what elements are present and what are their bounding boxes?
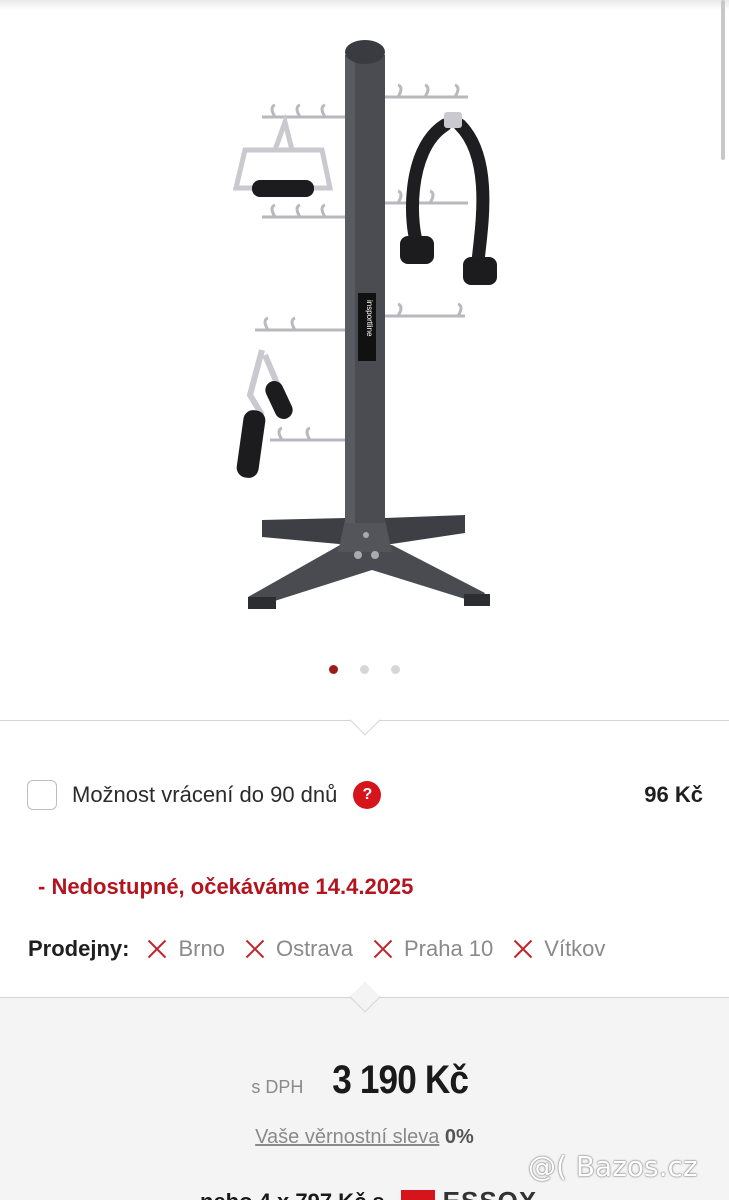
product-image: insportline [232,40,497,609]
x-icon [145,937,169,961]
store-vitkov[interactable]: Vítkov [511,936,605,962]
gallery-dot-2[interactable] [360,665,369,674]
store-praha-10[interactable]: Praha 10 [371,936,493,962]
availability-status: - Nedostupné, očekáváme 14.4.2025 [38,874,414,899]
divider-notch [349,704,381,736]
price-row: s DPH 3 190 Kč [0,1058,729,1103]
store-name: Brno [178,936,225,961]
return-option-label[interactable]: Možnost vrácení do 90 dnů [72,782,337,808]
installments-row[interactable]: nebo 4 x 797 Kč s ESSOX [200,1186,537,1200]
gallery-dot-3[interactable] [391,665,400,674]
stores-label: Prodejny: [28,936,130,961]
store-ostrava[interactable]: Ostrava [243,936,353,962]
return-option-row: Možnost vrácení do 90 dnů ? 96 Kč [27,778,703,812]
store-name: Ostrava [275,936,353,961]
vat-label: s DPH [251,1077,304,1097]
product-gallery[interactable]: insportline [0,0,729,700]
product-page: insportline Možnost vrácení do 90 dnů ? … [0,0,729,1200]
gallery-dot-1[interactable] [329,665,338,674]
store-name: Praha 10 [403,936,494,961]
store-name: Vítkov [544,936,606,961]
installments-text: nebo 4 x 797 Kč s [200,1189,385,1200]
return-option-checkbox[interactable] [27,780,57,810]
help-icon[interactable]: ? [353,781,382,809]
return-option-price: 96 Kč [644,782,703,807]
essox-logo: ESSOX [400,1186,538,1200]
product-price: 3 190 Kč [332,1058,470,1102]
x-icon [511,937,535,961]
store-brno[interactable]: Brno [145,936,224,962]
watermark: @( Bazos.cz [528,1150,698,1183]
brand-text: insportline [365,300,374,337]
gallery-pagination [329,665,400,674]
essox-logo-icon [400,1189,435,1200]
x-icon [243,937,267,961]
essox-logo-text: ESSOX [443,1186,538,1200]
loyalty-discount-link[interactable]: Vaše věrnostní sleva [255,1126,439,1148]
x-icon [371,937,395,961]
store-availability: Prodejny: Brno Ostrava Praha 10 Vítkov [28,936,623,962]
loyalty-discount: Vaše věrnostní sleva 0% [0,1126,729,1149]
loyalty-discount-value: 0% [444,1126,474,1148]
